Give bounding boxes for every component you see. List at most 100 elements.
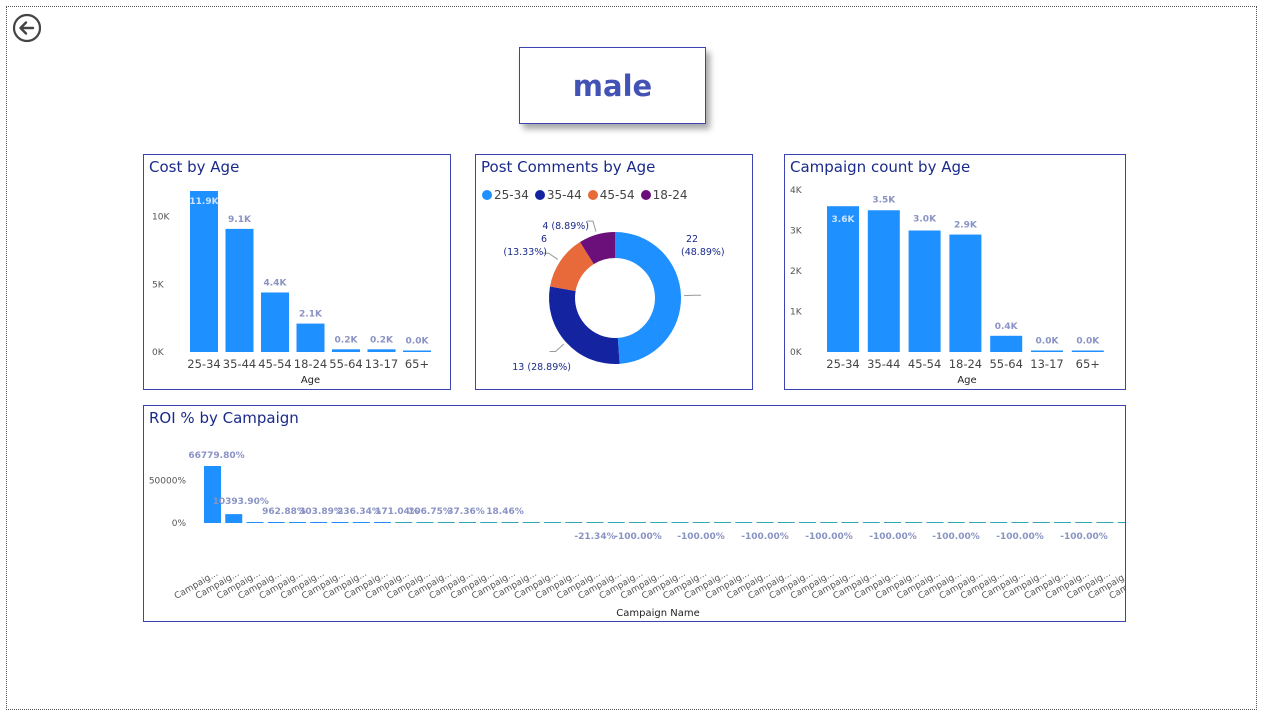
x-tick-label: 25-34 bbox=[187, 357, 220, 371]
post-comments-by-age-chart[interactable]: Post Comments by Age 25-34 35-44 45-54 1… bbox=[475, 154, 753, 390]
data-label: -100.00% bbox=[1060, 532, 1107, 542]
bar bbox=[990, 522, 1008, 523]
x-tick-label: 45-54 bbox=[258, 357, 291, 371]
back-arrow-icon bbox=[12, 13, 42, 43]
bar bbox=[267, 522, 285, 523]
x-tick-label: 55-64 bbox=[329, 357, 362, 371]
data-label: -100.00% bbox=[677, 532, 724, 542]
data-label: 2.1K bbox=[299, 310, 323, 320]
data-label: 66779.80% bbox=[188, 451, 244, 461]
data-label: 106.75% bbox=[408, 507, 452, 517]
x-tick-label: 55-64 bbox=[989, 357, 1022, 371]
roi-by-campaign-plot: 0%50000%Campaig...Campaig...Campaig...Ca… bbox=[149, 451, 1125, 619]
bar bbox=[949, 234, 982, 352]
bar bbox=[246, 522, 264, 523]
x-tick-label: 18-24 bbox=[294, 357, 327, 371]
data-label: -100.00% bbox=[741, 532, 788, 542]
bar bbox=[799, 522, 816, 523]
slice-leader-line bbox=[549, 343, 565, 353]
bar bbox=[395, 522, 413, 523]
bar bbox=[607, 522, 625, 523]
bar bbox=[310, 522, 328, 523]
x-axis-title: Age bbox=[301, 375, 320, 386]
x-tick-label: 13-17 bbox=[365, 357, 398, 371]
data-label: -100.00% bbox=[932, 532, 979, 542]
y-tick-label: 1K bbox=[790, 308, 803, 318]
bar bbox=[884, 522, 901, 523]
bar bbox=[926, 522, 944, 523]
post-comments-donut: 22 (48.89%) 13 (28.89%) 6 (13.33%) 4 (8.89%) bbox=[503, 220, 725, 373]
data-label: 0.2K bbox=[370, 335, 394, 345]
campaign-count-by-age-chart[interactable]: Campaign count by Age 0K 1K 2K 3K 4K 3.6K 25-3… bbox=[784, 154, 1126, 390]
back-button[interactable] bbox=[12, 13, 42, 43]
x-axis-title: Age bbox=[957, 375, 976, 386]
bar bbox=[1096, 522, 1114, 523]
bar bbox=[777, 522, 795, 523]
bar bbox=[565, 522, 583, 523]
data-label: 18.46% bbox=[486, 507, 524, 517]
bar bbox=[437, 522, 455, 523]
data-label: 0.0K bbox=[1076, 337, 1100, 347]
x-tick-label: 13-17 bbox=[1030, 357, 1063, 371]
bar bbox=[544, 522, 561, 523]
data-label: 3.0K bbox=[913, 215, 937, 225]
bar bbox=[331, 522, 349, 523]
bar bbox=[1075, 522, 1093, 523]
data-label: 0.4K bbox=[995, 322, 1019, 332]
data-label: 0.0K bbox=[1036, 337, 1060, 347]
cost-by-age-plot: 0K 5K 10K 11.9K 25-34 9.1K 35-44 4.4K 45-54 2.1K 1… bbox=[152, 191, 431, 386]
y-tick-label: 0% bbox=[172, 519, 187, 529]
bar bbox=[352, 522, 370, 523]
bar bbox=[1117, 522, 1125, 523]
bar bbox=[1011, 522, 1029, 523]
bar bbox=[692, 522, 710, 523]
page-title-card: male bbox=[519, 47, 706, 124]
bar bbox=[1031, 350, 1063, 352]
bar bbox=[862, 522, 880, 523]
data-label: 9.1K bbox=[228, 215, 252, 225]
donut-slice bbox=[549, 286, 620, 364]
y-tick-label: 50000% bbox=[149, 476, 187, 486]
bar bbox=[908, 230, 941, 352]
data-label: -100.00% bbox=[869, 532, 916, 542]
bar bbox=[586, 522, 604, 523]
bar bbox=[671, 522, 689, 523]
data-label: 0.0K bbox=[406, 337, 430, 347]
bar bbox=[969, 522, 986, 523]
y-tick-label: 10K bbox=[152, 213, 170, 223]
x-tick-label: 18-24 bbox=[949, 357, 982, 371]
x-tick-label: 35-44 bbox=[867, 357, 900, 371]
bar bbox=[990, 335, 1023, 352]
bar bbox=[867, 210, 900, 352]
bar bbox=[459, 522, 476, 523]
bar bbox=[650, 522, 668, 523]
bar bbox=[261, 292, 289, 352]
y-tick-label: 3K bbox=[790, 227, 803, 237]
x-tick-label: 25-34 bbox=[826, 357, 859, 371]
bar bbox=[225, 228, 254, 352]
donut-slice bbox=[615, 232, 682, 364]
cost-by-age-chart[interactable]: Cost by Age 0K 5K 10K 11.9K 25-34 9.1K 35-44 4.… bbox=[143, 154, 451, 390]
x-tick-label: 65+ bbox=[405, 357, 429, 371]
roi-by-campaign-chart[interactable]: ROI % by Campaign 0% 50000% Campaig... Camp… bbox=[143, 405, 1126, 622]
slice-data-label: 4 (8.89%) bbox=[542, 221, 589, 232]
data-label: -21.34% bbox=[574, 532, 615, 542]
data-label: -100.00% bbox=[805, 532, 852, 542]
data-label: 11.9K bbox=[189, 197, 219, 207]
bar bbox=[190, 191, 218, 352]
bar bbox=[416, 522, 434, 523]
data-label: 4.4K bbox=[264, 278, 288, 288]
bar bbox=[1071, 350, 1104, 352]
data-label: 3.5K bbox=[872, 195, 896, 205]
bar bbox=[629, 522, 646, 523]
data-label: 0.2K bbox=[335, 335, 359, 345]
slice-data-label: 13 (28.89%) bbox=[512, 362, 571, 373]
data-label: -100.00% bbox=[614, 532, 661, 542]
slice-data-label: 22 (48.89%) bbox=[681, 234, 725, 258]
bar bbox=[289, 522, 306, 523]
bar bbox=[480, 522, 498, 523]
x-tick-label: 65+ bbox=[1076, 357, 1100, 371]
data-label: 2.9K bbox=[954, 221, 978, 231]
data-label: 37.36% bbox=[447, 507, 485, 517]
bar bbox=[827, 206, 859, 352]
